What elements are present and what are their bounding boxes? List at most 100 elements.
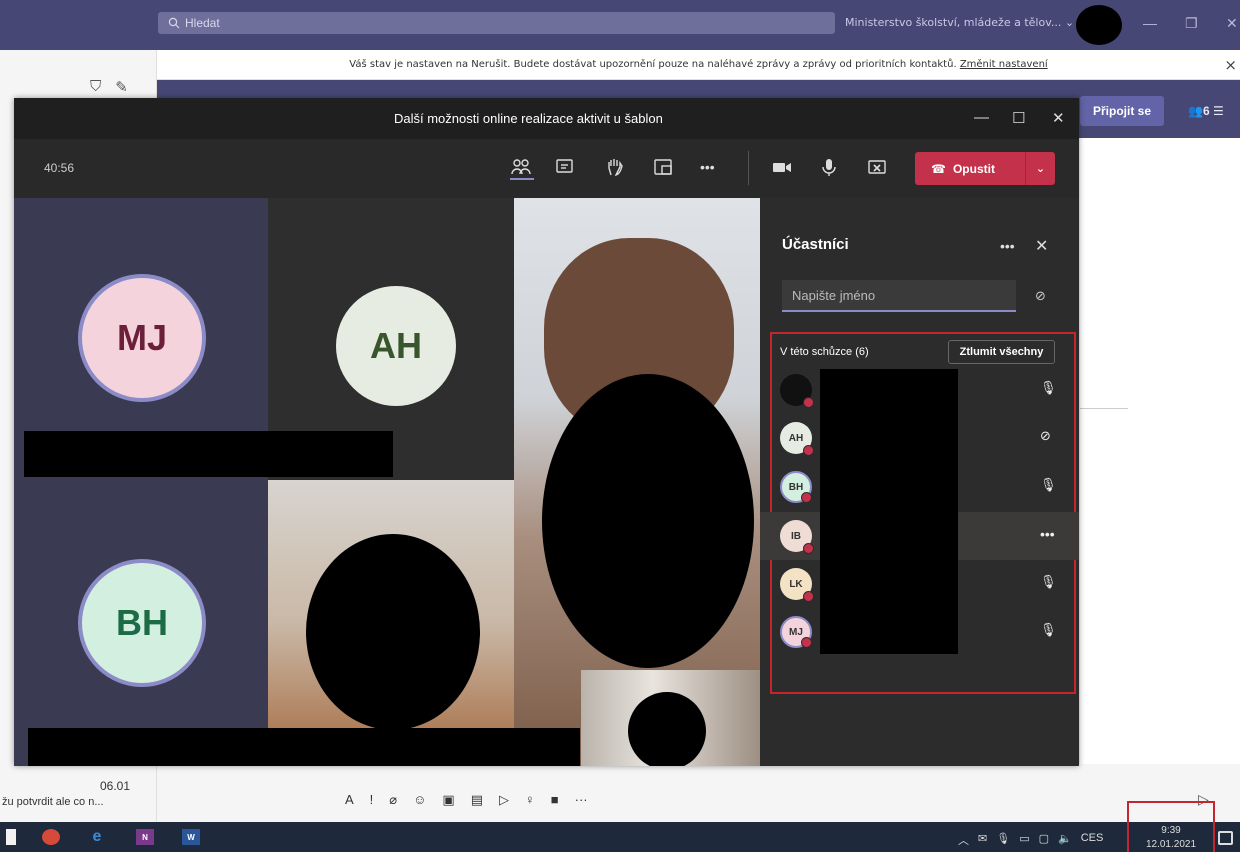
close-icon[interactable]: ✕ [1052,109,1065,127]
participants-title: Účastníci [782,236,849,253]
participant-avatar: IB [780,520,814,554]
chevron-up-icon[interactable]: ︿ [958,832,969,848]
close-icon[interactable]: ✕ [1226,15,1238,32]
close-icon[interactable]: × [1224,56,1237,74]
format-icon[interactable]: A [345,792,354,808]
toolbar-divider [748,151,749,185]
maximize-icon[interactable]: ☐ [1012,109,1025,127]
chevron-down-icon: ⌄ [1064,16,1075,29]
status-dot [803,591,814,602]
redaction [306,534,480,730]
redaction [628,692,706,766]
mute-all-button[interactable]: Ztlumit všechny [948,340,1055,364]
language-indicator[interactable]: CES [1081,832,1104,848]
emoji-icon[interactable]: ☺ [413,792,426,808]
video-tile-bh[interactable]: BH [14,443,268,766]
chat-preview[interactable]: žu potvrdit ale co n... [2,796,104,808]
search-icon [168,17,180,29]
meet-now-icon[interactable]: ▷ [499,792,509,808]
meeting-timer: 40:56 [44,161,75,175]
leave-button[interactable]: ☎ Opustit ⌄ [915,152,1055,185]
participant-avatar [780,374,814,408]
microphone-icon[interactable]: 🎙 [1040,574,1057,592]
rooms-icon[interactable] [652,156,676,180]
share-screen-icon[interactable] [866,156,890,180]
redaction [542,374,754,668]
status-dot [801,492,812,503]
notifications-icon[interactable] [1218,831,1233,845]
copy-link-icon[interactable]: ⊘ [1035,288,1046,304]
video-tile-mj[interactable]: MJ [14,198,268,443]
app-icon[interactable] [6,829,16,845]
minimize-icon[interactable]: — [1143,15,1157,31]
important-icon[interactable]: ! [370,792,374,808]
compose-area [157,764,1240,822]
section-label: V této schůzce (6) [780,346,869,358]
list-icon[interactable]: ☰ [1213,104,1224,118]
network-icon[interactable]: ▢ [1039,832,1049,848]
more-options-icon[interactable]: ••• [700,159,724,183]
attach-icon[interactable]: ⌀ [389,792,397,808]
more-options-icon[interactable]: ••• [1040,526,1055,544]
phone-hangup-icon: ☎ [931,161,946,176]
initials-avatar: AH [336,286,456,406]
redaction [28,728,580,766]
stream-icon[interactable]: ■ [551,792,559,808]
microphone-icon[interactable]: 🎙 [1040,380,1057,398]
mail-icon[interactable]: ✉ [978,832,987,848]
profile-avatar[interactable] [1076,5,1122,45]
chevron-down-icon[interactable]: ⌄ [1025,152,1055,185]
compose-toolbar: A ! ⌀ ☺ ▣ ▤ ▷ ♀ ■ ··· [345,792,588,808]
system-tray: ︿ ✉ 🎙 ▭ ▢ 🔈 CES [958,832,1103,848]
participant-search-input[interactable]: Napište jméno [782,280,1016,312]
more-options-icon[interactable]: ••• [1000,238,1015,254]
word-icon[interactable]: W [182,829,200,845]
microphone-icon[interactable]: 🎙 [1040,477,1057,495]
org-switcher[interactable]: Ministerstvo školství, mládeže a tělov..… [845,16,1074,29]
battery-icon[interactable]: ▭ [1019,832,1029,848]
participant-initials: BH [788,481,804,493]
microphone-icon[interactable] [818,156,842,180]
sticker-icon[interactable]: ▤ [471,792,483,808]
filter-icon[interactable]: ⛉ [90,78,101,96]
participants-count-value: 6 [1202,104,1210,118]
volume-icon[interactable]: 🔈 [1058,832,1072,848]
chat-icon[interactable] [554,156,578,180]
more-icon[interactable]: ··· [575,792,588,808]
chat-list-actions: ⛉ ✎ [90,78,128,96]
praise-icon[interactable]: ♀ [525,792,535,808]
onenote-icon[interactable]: N [136,829,154,845]
microphone-icon[interactable]: 🎙 [1040,622,1057,640]
raise-hand-icon[interactable] [604,156,628,180]
search-bar[interactable]: Hledat [158,12,835,34]
participant-initials: AH [788,432,804,444]
chat-content [1080,138,1240,822]
participant-avatar: BH [780,471,812,503]
camera-icon[interactable] [771,156,795,180]
gif-icon[interactable]: ▣ [442,792,454,808]
status-dot [803,397,814,408]
participant-initials: MJ [789,626,803,638]
microphone-icon[interactable]: 🎙 [996,832,1010,848]
meeting-title-bar: Další možnosti online realizace aktivit … [14,98,1079,139]
participant-initials: IB [791,530,801,542]
internet-explorer-icon[interactable]: e [88,828,106,845]
chrome-icon[interactable] [42,829,60,845]
close-icon[interactable]: ✕ [1035,236,1048,256]
participant-initials: LK [789,578,803,590]
join-button[interactable]: Připojit se [1080,96,1164,126]
meeting-toolbar: 40:56 ••• ☎ Opustit ⌄ [14,139,1079,198]
participants-icon[interactable] [510,156,534,180]
status-dot [803,543,814,554]
leave-label: Opustit [952,161,995,176]
dnd-notice-text: Váš stav je nastaven na Nerušit. Budete … [349,59,957,70]
change-settings-link[interactable]: Změnit nastavení [960,59,1048,70]
status-dot [801,637,812,648]
microphone-off-icon[interactable]: ⊘ [1040,428,1054,446]
org-name: Ministerstvo školství, mládeže a tělov..… [845,16,1062,29]
status-dot [803,445,814,456]
new-chat-icon[interactable]: ✎ [115,78,128,96]
restore-icon[interactable]: ❐ [1185,15,1198,32]
participants-count[interactable]: 👥6 ☰ [1188,104,1224,118]
minimize-icon[interactable]: — [974,109,989,126]
